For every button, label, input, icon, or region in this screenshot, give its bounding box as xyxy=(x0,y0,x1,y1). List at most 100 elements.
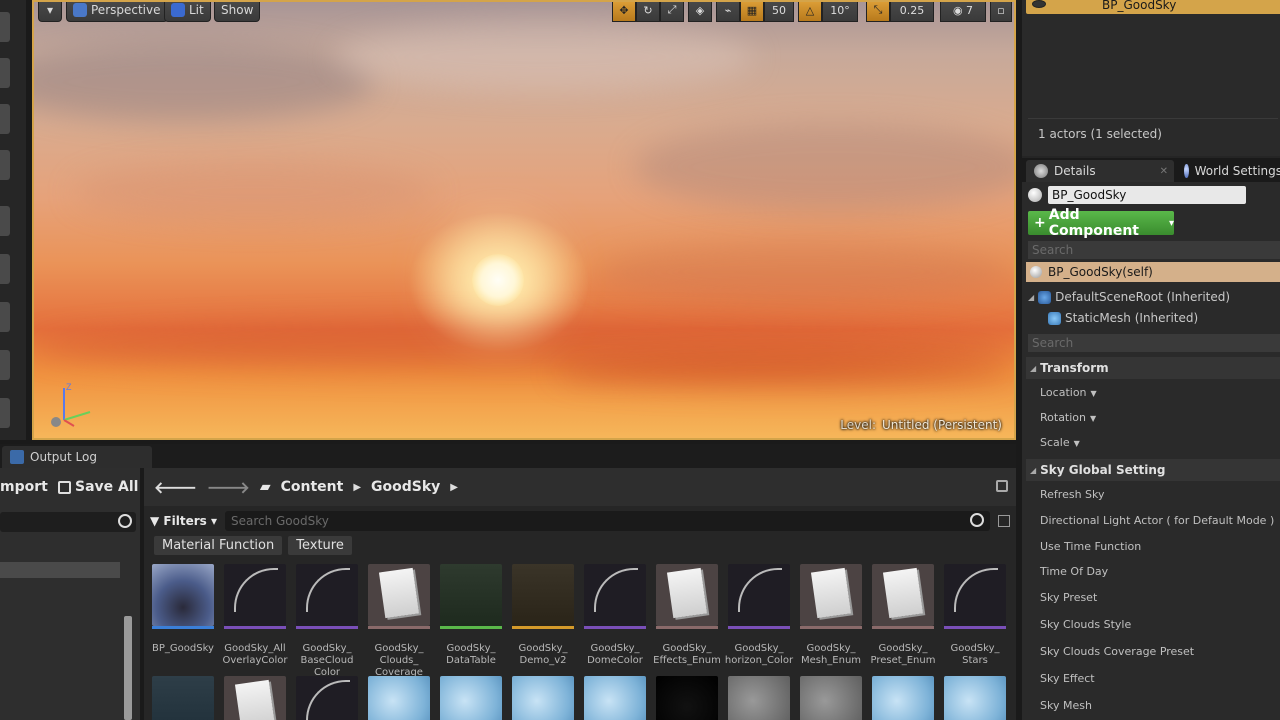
asset-tile[interactable]: GoodSky_ Effects_Enum xyxy=(653,564,721,667)
asset-tile[interactable] xyxy=(656,676,718,720)
save-all-button[interactable]: Save All xyxy=(58,479,138,495)
view-mode-button[interactable]: Lit xyxy=(164,2,211,22)
asset-tile[interactable] xyxy=(152,676,214,720)
outliner-row-selected[interactable]: BP_GoodSky xyxy=(1026,0,1280,14)
mode-tool-icon[interactable] xyxy=(0,150,10,180)
scale-snap-icon[interactable]: ⤡ xyxy=(866,2,890,22)
scale-snap-value[interactable]: 0.25 xyxy=(890,2,934,22)
rotation-snap-value[interactable]: 10° xyxy=(822,2,858,22)
prop-rotation[interactable]: Rotation ▼ xyxy=(1040,411,1096,424)
component-search-input[interactable]: Search xyxy=(1028,241,1280,259)
filter-chip-material-function[interactable]: Material Function xyxy=(154,536,283,555)
asset-tile[interactable] xyxy=(296,676,358,720)
show-button[interactable]: Show xyxy=(214,2,261,22)
prop-sky-clouds-coverage-preset[interactable]: Sky Clouds Coverage Preset xyxy=(1040,645,1194,658)
filter-chip-texture[interactable]: Texture xyxy=(288,536,352,555)
section-sky-global-setting[interactable]: ◢ Sky Global Setting xyxy=(1026,459,1280,481)
mode-tool-icon[interactable] xyxy=(0,398,10,428)
asset-tile[interactable]: GoodSky_ Mesh_Enum xyxy=(800,564,862,667)
folder-tree-row[interactable] xyxy=(0,562,120,578)
asset-tile[interactable]: GoodSky_ Stars xyxy=(944,564,1006,667)
level-thumbnail-icon xyxy=(512,564,574,626)
viewport-options-button[interactable]: ▾ xyxy=(38,2,62,22)
asset-name: GoodSky_All OverlayColor xyxy=(222,643,288,666)
asset-tile[interactable]: GoodSky_ BaseCloud Color xyxy=(296,564,358,679)
prop-use-time-function[interactable]: Use Time Function xyxy=(1040,540,1141,553)
prop-sky-effect[interactable]: Sky Effect xyxy=(1040,672,1095,685)
mode-tool-icon[interactable] xyxy=(0,350,10,380)
tab-output-log[interactable]: Output Log xyxy=(2,446,152,468)
surface-snap-icon[interactable]: ⌁ xyxy=(716,2,740,22)
breadcrumb: 🡐 🡒 ▰ Content ▶ GoodSky ▶ xyxy=(144,468,1016,506)
scale-tool-icon[interactable]: ⤢ xyxy=(660,2,684,22)
mode-tool-icon[interactable] xyxy=(0,302,10,332)
scrollbar[interactable] xyxy=(124,616,132,720)
level-viewport[interactable]: ▾ Perspective Lit Show ✥ ↻ ⤢ ◈ ⌁ ▦ 50 △ … xyxy=(32,0,1016,440)
component-mesh-row[interactable]: StaticMesh (Inherited) xyxy=(1048,311,1198,325)
translate-tool-icon[interactable]: ✥ xyxy=(612,2,636,22)
asset-tile[interactable] xyxy=(440,676,502,720)
prop-scale[interactable]: Scale ▼ xyxy=(1040,436,1080,449)
asset-search-input[interactable]: Search GoodSky xyxy=(224,511,990,531)
asset-tile[interactable] xyxy=(872,676,934,720)
filters-button[interactable]: ▼ Filters ▾ xyxy=(150,514,217,528)
asset-tile[interactable]: GoodSky_ DataTable xyxy=(440,564,502,667)
perspective-button[interactable]: Perspective xyxy=(66,2,168,22)
details-search-input[interactable]: Search xyxy=(1028,334,1280,352)
world-local-icon[interactable]: ◈ xyxy=(688,2,712,22)
asset-tile[interactable] xyxy=(728,676,790,720)
tab-details[interactable]: Details ✕ xyxy=(1026,160,1174,182)
asset-tile[interactable] xyxy=(584,676,646,720)
asset-tile[interactable]: GoodSky_ DomeColor xyxy=(584,564,646,667)
prop-sky-preset[interactable]: Sky Preset xyxy=(1040,591,1097,604)
asset-tile[interactable] xyxy=(368,676,430,720)
visibility-eye-icon[interactable] xyxy=(1032,0,1046,8)
mode-tool-icon[interactable] xyxy=(0,206,10,236)
asset-tile[interactable]: GoodSky_ Clouds_ Coverage xyxy=(368,564,430,679)
mode-tool-icon[interactable] xyxy=(0,12,10,42)
back-icon[interactable]: 🡐 xyxy=(154,477,197,497)
object-name-field[interactable]: BP_GoodSky xyxy=(1048,186,1246,204)
prop-time-of-day[interactable]: Time Of Day xyxy=(1040,565,1108,578)
asset-tile[interactable]: GoodSky_ Preset_Enum xyxy=(871,564,935,667)
tab-world-settings[interactable]: World Settings xyxy=(1176,160,1280,182)
rotate-tool-icon[interactable]: ↻ xyxy=(636,2,660,22)
asset-tile[interactable] xyxy=(944,676,1006,720)
asset-tile[interactable] xyxy=(224,676,286,720)
component-root-row[interactable]: ◢ DefaultSceneRoot (Inherited) xyxy=(1028,290,1230,304)
import-button[interactable]: mport xyxy=(0,479,48,495)
prop-sky-mesh[interactable]: Sky Mesh xyxy=(1040,699,1092,712)
close-icon[interactable]: ✕ xyxy=(1160,166,1168,177)
grid-snap-icon[interactable]: ▦ xyxy=(740,2,764,22)
breadcrumb-content[interactable]: Content xyxy=(281,479,344,495)
component-self-row[interactable]: BP_GoodSky(self) xyxy=(1026,262,1280,282)
asset-tile[interactable]: GoodSky_ horizon_Color xyxy=(725,564,793,667)
mode-tool-icon[interactable] xyxy=(0,58,10,88)
grid-snap-value[interactable]: 50 xyxy=(764,2,794,22)
add-component-button[interactable]: + Add Component ▾ xyxy=(1028,207,1174,239)
maximize-viewport-icon[interactable]: ▫ xyxy=(990,2,1012,22)
chevron-right-icon[interactable]: ▶ xyxy=(353,482,361,493)
asset-tile[interactable] xyxy=(512,676,574,720)
asset-tile[interactable]: GoodSky_All OverlayColor xyxy=(223,564,288,667)
save-search-icon[interactable] xyxy=(998,515,1010,527)
prop-directional-light-actor[interactable]: Directional Light Actor ( for Default Mo… xyxy=(1040,514,1274,527)
mode-tool-icon[interactable] xyxy=(0,104,10,134)
asset-tile[interactable]: GoodSky_ Demo_v2 xyxy=(512,564,574,667)
folder-search-input[interactable] xyxy=(0,512,136,532)
asset-tile[interactable] xyxy=(800,676,862,720)
rotation-snap-icon[interactable]: △ xyxy=(798,2,822,22)
lock-icon[interactable] xyxy=(996,480,1008,492)
forward-icon[interactable]: 🡒 xyxy=(207,477,250,497)
mode-tool-icon[interactable] xyxy=(0,254,10,284)
section-transform[interactable]: ◢ Transform xyxy=(1026,357,1280,379)
chevron-down-icon: ▼ xyxy=(1090,414,1097,423)
prop-sky-clouds-style[interactable]: Sky Clouds Style xyxy=(1040,618,1131,631)
asset-tile[interactable]: BP_GoodSky xyxy=(152,564,214,655)
expand-arrow-icon[interactable]: ◢ xyxy=(1028,293,1034,302)
chevron-right-icon[interactable]: ▶ xyxy=(450,482,458,493)
prop-location[interactable]: Location ▼ xyxy=(1040,386,1097,399)
breadcrumb-goodsky[interactable]: GoodSky xyxy=(371,479,440,495)
prop-refresh-sky[interactable]: Refresh Sky xyxy=(1040,488,1105,501)
camera-speed-button[interactable]: ◉ 7 xyxy=(940,2,986,22)
